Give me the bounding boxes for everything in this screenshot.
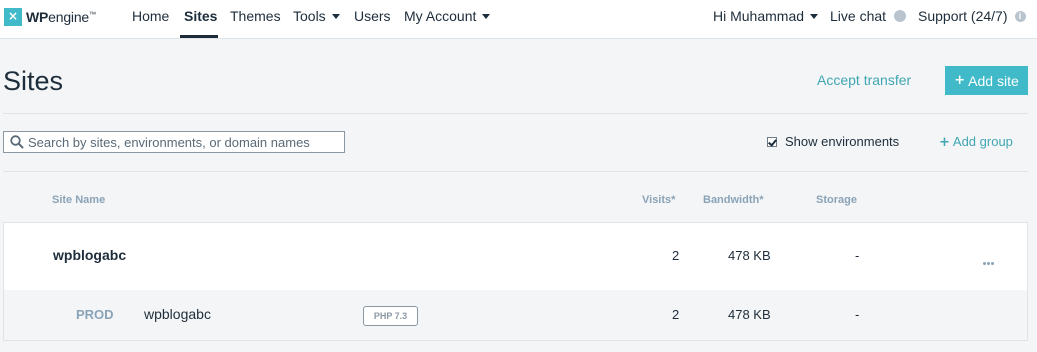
site-visits: 2 [672, 248, 680, 263]
active-tab-indicator [180, 35, 218, 38]
nav-themes[interactable]: Themes [230, 8, 281, 24]
user-menu[interactable]: Hi Muhammad [713, 8, 819, 24]
live-chat-link[interactable]: Live chat [830, 8, 907, 24]
nav-my-account-label: My Account [404, 8, 477, 24]
top-nav: × WPengine™ Home Sites Themes Tools User… [0, 0, 1037, 39]
environment-storage: - [855, 307, 860, 322]
column-header-storage[interactable]: Storage [816, 194, 857, 206]
nav-users[interactable]: Users [354, 8, 391, 24]
wp-engine-logo[interactable]: × WPengine™ [4, 8, 96, 26]
nav-my-account[interactable]: My Account [404, 8, 491, 24]
environment-name[interactable]: wpblogabc [144, 306, 211, 322]
add-group-label: Add group [952, 134, 1013, 149]
logo-mark-icon: × [4, 8, 22, 26]
support-link[interactable]: Support (24/7) i [918, 8, 1026, 24]
status-dot-icon [894, 10, 907, 23]
column-header-site-name[interactable]: Site Name [52, 194, 105, 206]
environment-row[interactable]: PROD wpblogabc PHP 7.3 2 478 KB - [3, 290, 1028, 341]
site-storage: - [855, 248, 860, 263]
show-environments-checkbox[interactable] [767, 136, 777, 147]
info-icon: i [1014, 10, 1026, 22]
add-site-button[interactable]: + Add site [945, 66, 1028, 95]
show-environments-toggle[interactable]: Show environments [767, 134, 899, 149]
nav-tools[interactable]: Tools [293, 8, 340, 24]
column-header-visits[interactable]: Visits* [642, 194, 675, 206]
add-site-label: Add site [968, 72, 1019, 89]
environment-visits: 2 [672, 307, 680, 322]
search-input[interactable] [28, 134, 338, 150]
environment-bandwidth: 478 KB [728, 307, 771, 322]
site-row[interactable]: wpblogabc 2 478 KB - [3, 222, 1028, 291]
nav-tools-label: Tools [293, 8, 326, 24]
search-field[interactable] [3, 131, 345, 153]
column-header-bandwidth[interactable]: Bandwidth* [703, 194, 764, 206]
logo-text: WPengine™ [26, 9, 96, 25]
more-options-icon[interactable] [983, 252, 995, 270]
add-group-link[interactable]: + Add group [939, 134, 1013, 150]
chevron-down-icon [482, 13, 491, 19]
environment-type: PROD [76, 307, 114, 322]
live-chat-label: Live chat [830, 8, 887, 24]
nav-sites[interactable]: Sites [184, 8, 217, 24]
php-version-badge: PHP 7.3 [363, 306, 418, 326]
divider [3, 113, 1028, 114]
divider [3, 171, 1028, 172]
site-name[interactable]: wpblogabc [53, 247, 126, 263]
chevron-down-icon [810, 13, 819, 19]
support-label: Support (24/7) [918, 8, 1008, 24]
page-title: Sites [3, 66, 64, 96]
plus-icon: + [939, 135, 950, 150]
nav-home[interactable]: Home [132, 8, 169, 24]
accept-transfer-link[interactable]: Accept transfer [817, 72, 911, 88]
show-environments-label: Show environments [785, 134, 900, 149]
user-greeting: Hi Muhammad [713, 8, 805, 24]
site-bandwidth: 478 KB [728, 248, 771, 263]
plus-icon: + [954, 73, 966, 88]
chevron-down-icon [331, 13, 340, 19]
search-icon [10, 135, 24, 149]
